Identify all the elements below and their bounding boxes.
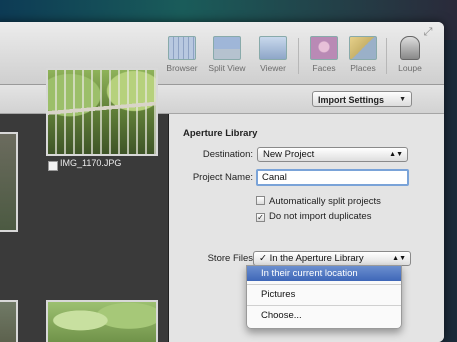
aperture-import-window: ⤢ Browser Split View Viewer Faces Places… (0, 22, 444, 342)
split-view-icon (213, 36, 241, 60)
no-duplicates-checkbox[interactable]: ✓ (256, 213, 265, 222)
import-settings-label: Import Settings (318, 95, 385, 105)
faces-label: Faces (312, 63, 336, 73)
auto-split-checkbox[interactable] (256, 196, 265, 205)
photo-thumbnail[interactable] (0, 300, 18, 342)
no-duplicates-label: Do not import duplicates (269, 211, 372, 222)
store-files-menu: In their current location Pictures Choos… (246, 265, 402, 329)
faces-button[interactable]: Faces (308, 36, 340, 78)
places-label: Places (350, 63, 376, 73)
menu-item-current-location[interactable]: In their current location (247, 266, 401, 281)
places-map-icon (349, 36, 377, 60)
store-files-label: Store Files (207, 253, 253, 264)
browser-grid-icon (168, 36, 196, 60)
store-files-value: ✓ In the Aperture Library (259, 253, 364, 264)
photo-thumbnail[interactable] (0, 132, 18, 232)
thumbnail-select-checkbox[interactable] (48, 161, 58, 171)
viewer-button[interactable]: Viewer (255, 36, 291, 78)
destination-value: New Project (263, 149, 315, 160)
auto-split-checkbox-row[interactable]: Automatically split projects (256, 196, 381, 207)
loupe-button[interactable]: Loupe (394, 36, 426, 78)
loupe-icon (400, 36, 420, 60)
project-name-field[interactable]: Canal (256, 169, 409, 186)
menu-item-pictures[interactable]: Pictures (247, 287, 401, 302)
toolbar-divider (298, 38, 299, 74)
split-view-button[interactable]: Split View (204, 36, 250, 78)
updown-arrows-icon: ▲▼ (392, 255, 406, 262)
loupe-label: Loupe (398, 63, 422, 73)
store-files-popup[interactable]: ✓ In the Aperture Library ▲▼ (253, 251, 411, 266)
viewer-label: Viewer (260, 63, 286, 73)
menu-separator (247, 305, 401, 306)
section-title: Aperture Library (183, 128, 258, 139)
menu-item-choose[interactable]: Choose... (247, 308, 401, 323)
toolbar-divider (386, 38, 387, 74)
faces-icon (310, 36, 338, 60)
photo-thumbnail[interactable] (46, 68, 158, 156)
places-button[interactable]: Places (346, 36, 380, 78)
viewer-icon (259, 36, 287, 60)
no-duplicates-checkbox-row[interactable]: ✓ Do not import duplicates (256, 211, 371, 222)
menu-separator (247, 284, 401, 285)
updown-arrows-icon: ▲▼ (389, 151, 403, 158)
destination-label: Destination: (202, 149, 253, 160)
thumbnail-filename: IMG_1170.JPG (60, 158, 122, 168)
browser-label: Browser (166, 63, 198, 73)
import-settings-popup[interactable]: Import Settings ▼ (312, 91, 412, 107)
photo-thumbnail[interactable] (46, 300, 158, 342)
auto-split-label: Automatically split projects (269, 196, 381, 207)
project-name-label: Project Name: (192, 172, 253, 183)
split-view-label: Split View (208, 63, 246, 73)
browser-button[interactable]: Browser (162, 36, 202, 78)
chevron-down-icon: ▼ (399, 96, 406, 103)
destination-popup[interactable]: New Project ▲▼ (257, 147, 408, 162)
